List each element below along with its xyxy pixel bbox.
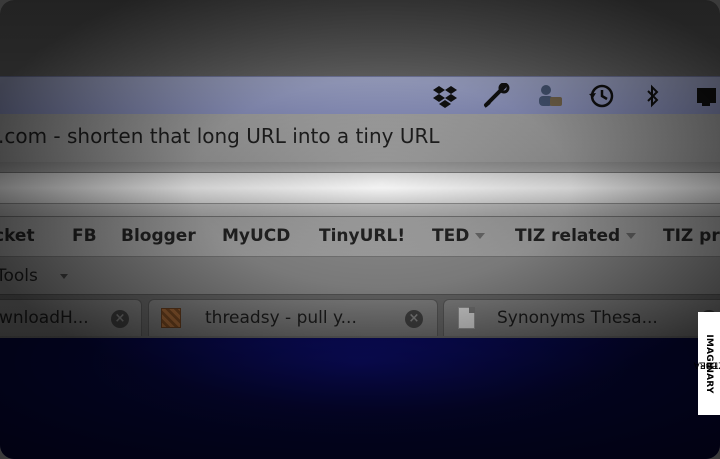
tab-threadsy[interactable]: threadsy - pull y... ×	[148, 299, 438, 336]
bookmarks-bar: cket FB Blogger MyUCD TinyURL! TED TIZ r…	[0, 216, 720, 257]
tab-download[interactable]: wnloadH... ×	[0, 299, 142, 336]
watermark-logo: THEIMAGINARYZEBRA®	[693, 312, 720, 415]
bluetooth-icon[interactable]	[638, 82, 668, 110]
menu-row: Tools	[0, 256, 720, 295]
tab-title: wnloadH...	[0, 308, 89, 328]
browser-toolbar	[0, 162, 720, 216]
window-title-bar: .com - shorten that long URL into a tiny…	[0, 114, 720, 162]
chevron-down-icon	[60, 274, 68, 279]
bookmark-blogger[interactable]: Blogger	[121, 226, 196, 246]
bookmark-tiz-pr[interactable]: TIZ pr	[663, 226, 720, 246]
bookmark-folder-tiz-related[interactable]: TIZ related	[515, 226, 637, 246]
document-favicon-icon	[458, 307, 475, 329]
close-icon[interactable]: ×	[405, 310, 423, 328]
mac-menu-bar	[0, 76, 720, 116]
menu-bar-status-icons	[430, 77, 720, 115]
bookmark-myucd[interactable]: MyUCD	[222, 226, 290, 246]
page-content	[0, 338, 720, 459]
bookmark-folder-ted[interactable]: TED	[432, 226, 486, 246]
bookmark-tinyurl[interactable]: TinyURL!	[319, 226, 405, 246]
chevron-down-icon	[626, 233, 637, 239]
tab-title: Synonyms Thesa...	[497, 308, 658, 328]
window-title: .com - shorten that long URL into a tiny…	[0, 124, 440, 148]
tab-strip: wnloadH... × threadsy - pull y... × Syno…	[0, 294, 720, 341]
user-share-icon[interactable]	[534, 82, 564, 110]
display-icon[interactable]	[690, 82, 720, 110]
threadsy-favicon-icon	[161, 308, 181, 328]
dropbox-icon[interactable]	[430, 82, 460, 110]
close-icon[interactable]: ×	[111, 310, 129, 328]
tab-synonyms[interactable]: Synonyms Thesa... ×	[443, 299, 720, 336]
chevron-down-icon	[475, 233, 486, 239]
bookmark-fb[interactable]: FB	[72, 226, 97, 246]
desktop-backdrop	[0, 0, 720, 78]
bookmark-pocket[interactable]: cket	[0, 226, 35, 246]
url-field[interactable]	[0, 172, 720, 204]
time-machine-icon[interactable]	[586, 82, 616, 110]
tools-menu[interactable]: Tools	[0, 266, 38, 286]
pen-wrench-icon[interactable]	[482, 82, 512, 110]
screenshot-frame: .com - shorten that long URL into a tiny…	[0, 0, 720, 459]
tab-title: threadsy - pull y...	[205, 308, 357, 328]
